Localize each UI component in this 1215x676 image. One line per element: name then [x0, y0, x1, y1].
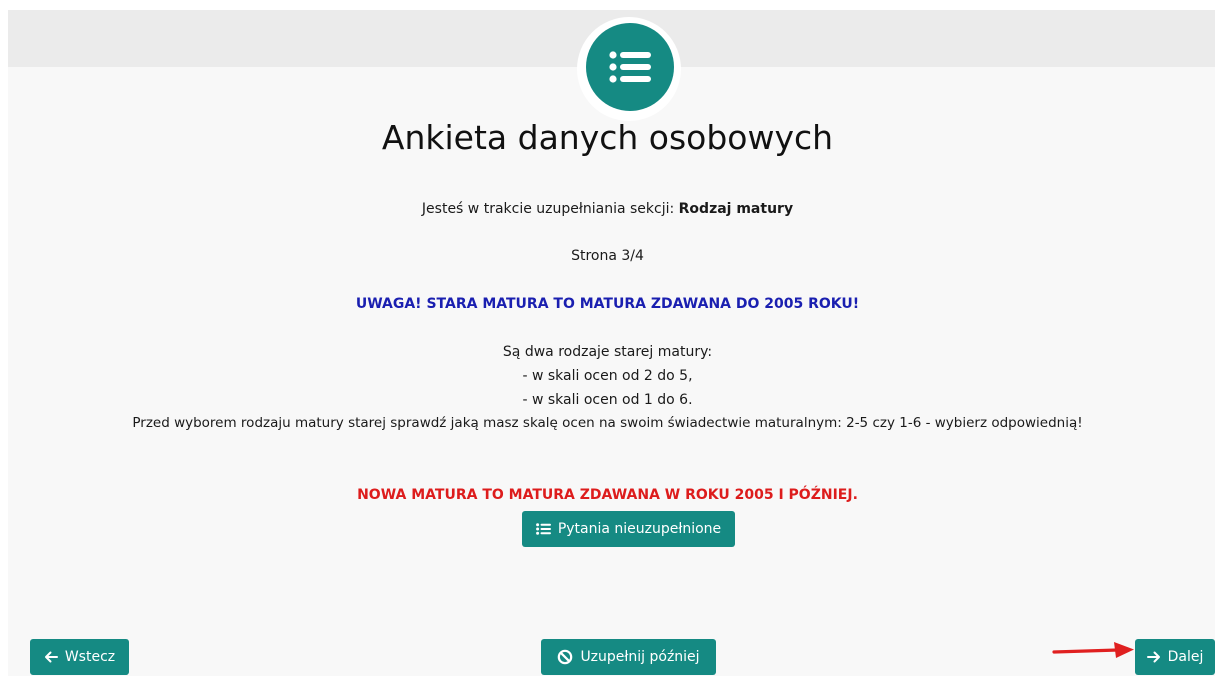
old-matura-warning: UWAGA! STARA MATURA TO MATURA ZDAWANA DO…: [355, 296, 860, 312]
arrow-right-icon: [1146, 651, 1160, 663]
page-indicator: Strona 3/4: [571, 248, 644, 264]
arrow-left-icon: [44, 651, 58, 663]
next-button[interactable]: Dalej: [1135, 639, 1215, 675]
list-icon: [535, 523, 551, 535]
section-name: Rodzaj matury: [678, 201, 794, 217]
info-line-3: - w skali ocen od 1 do 6.: [522, 392, 693, 408]
annotation-arrow-icon: [1052, 642, 1134, 658]
next-label: Dalej: [1167, 649, 1204, 665]
unanswered-questions-button[interactable]: Pytania nieuzupełnione: [522, 511, 735, 547]
survey-page: Ankieta danych osobowych Jesteś w trakci…: [0, 0, 1215, 676]
complete-later-label: Uzupełnij później: [580, 649, 700, 665]
section-info: Jesteś w trakcie uzupełniania sekcji: Ro…: [0, 201, 1215, 217]
info-line-2: - w skali ocen od 2 do 5,: [522, 368, 693, 384]
unanswered-questions-label: Pytania nieuzupełnione: [557, 521, 722, 537]
back-label: Wstecz: [64, 649, 116, 665]
complete-later-button[interactable]: Uzupełnij później: [541, 639, 716, 675]
info-line-4: Przed wyborem rodzaju matury starej spra…: [132, 415, 1083, 431]
ban-icon: [558, 649, 573, 665]
back-button[interactable]: Wstecz: [30, 639, 129, 675]
list-icon: [586, 23, 674, 111]
page-title: Ankieta danych osobowych: [381, 118, 834, 157]
section-info-prefix: Jesteś w trakcie uzupełniania sekcji:: [421, 201, 675, 217]
info-line-1: Są dwa rodzaje starej matury:: [502, 344, 713, 360]
new-matura-warning: NOWA MATURA TO MATURA ZDAWANA W ROKU 200…: [357, 487, 858, 503]
